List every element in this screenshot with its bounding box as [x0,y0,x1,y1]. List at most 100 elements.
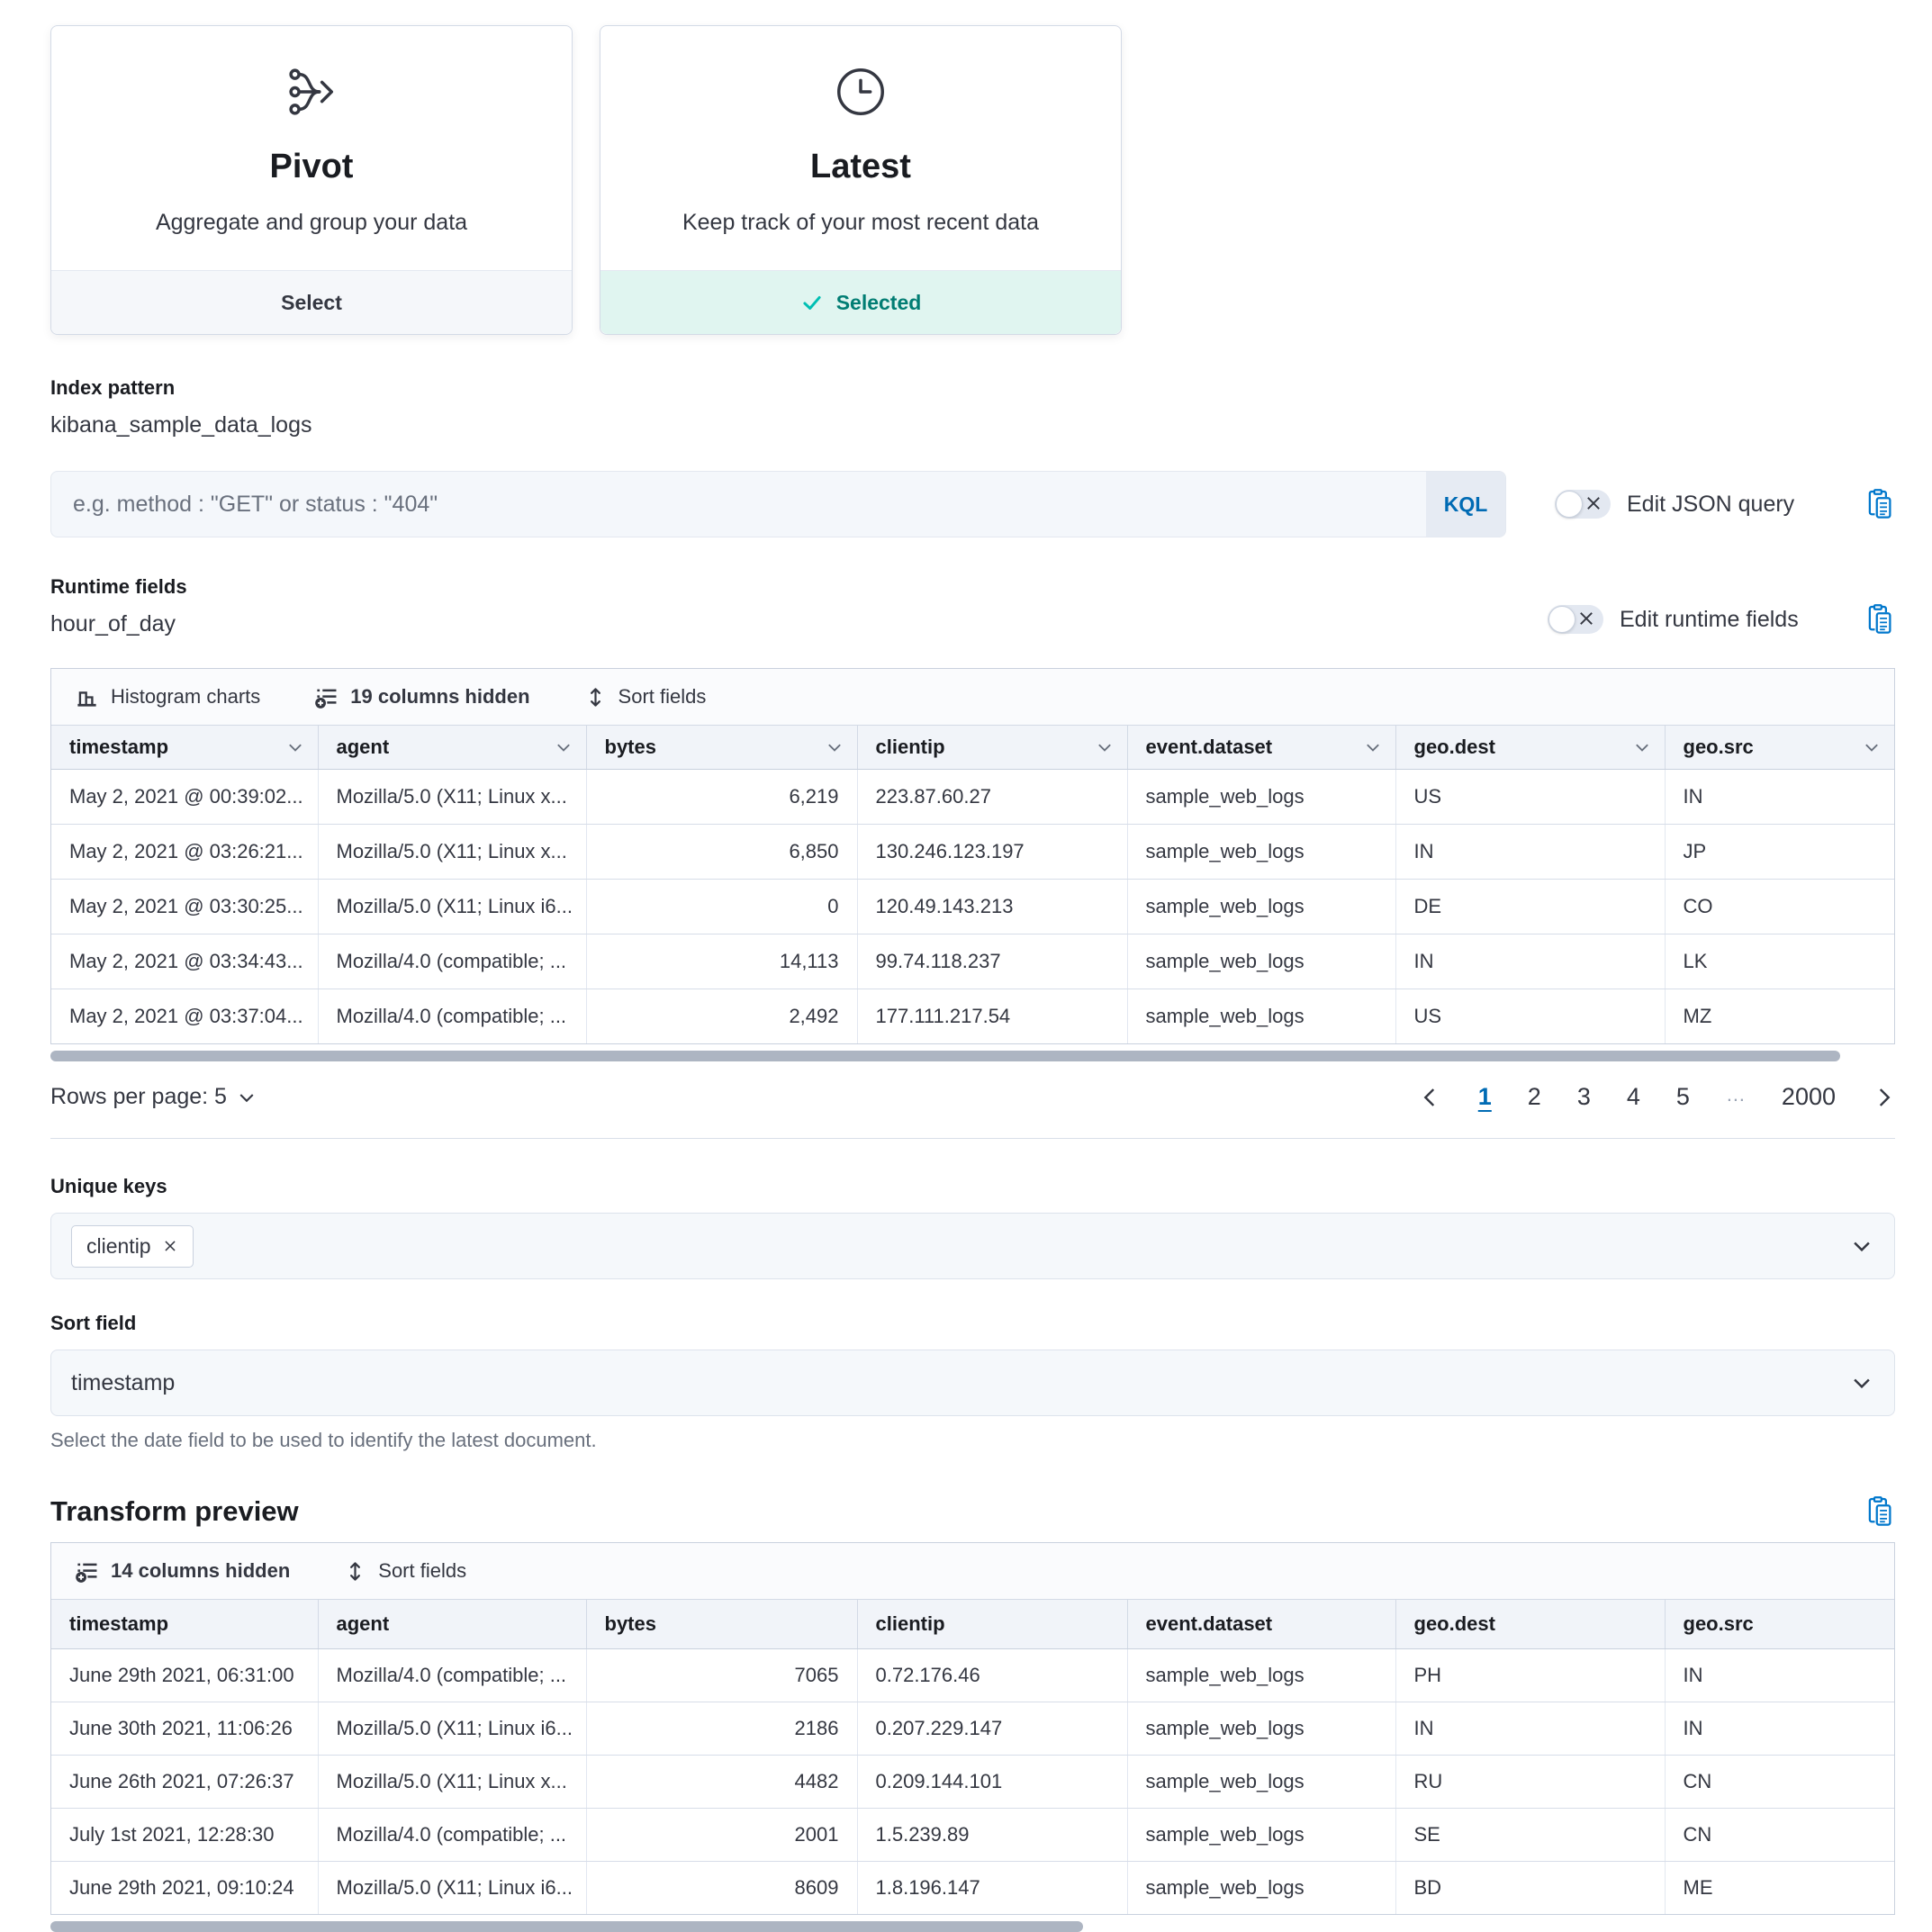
preview-sort-fields-button[interactable]: Sort fields [344,1559,466,1583]
sort-icon [344,1560,366,1583]
column-header-geo.src[interactable]: geo.src [1665,726,1894,770]
source-horizontal-scrollbar[interactable] [50,1051,1895,1061]
previous-page-button[interactable] [1419,1086,1442,1109]
cell-clientip: 177.111.217.54 [857,989,1127,1044]
columns-hidden-button[interactable]: 19 columns hidden [314,685,529,709]
aggregate-icon [284,108,339,123]
cell-geo.dest: BD [1395,1862,1665,1915]
cell-clientip: 130.246.123.197 [857,825,1127,880]
preview-table: timestampagentbytesclientipevent.dataset… [51,1600,1894,1914]
cell-bytes: 4482 [586,1756,857,1809]
table-row: May 2, 2021 @ 03:34:43...Mozilla/4.0 (co… [51,934,1894,989]
unique-keys-combobox[interactable]: clientip [50,1213,1895,1279]
cell-event.dataset: sample_web_logs [1127,1702,1395,1756]
toggle-off-x-icon [1576,609,1596,633]
columns-hidden-label: 19 columns hidden [350,685,529,709]
cell-geo.dest: IN [1395,934,1665,989]
cell-geo.src: IN [1665,1649,1894,1702]
preview-horizontal-scrollbar[interactable] [50,1921,1895,1932]
cell-geo.dest: DE [1395,880,1665,934]
latest-card-subtitle: Keep track of your most recent data [600,210,1121,236]
section-divider [50,1138,1895,1139]
edit-runtime-fields-group: Edit runtime fields [1548,603,1895,636]
column-header-agent[interactable]: agent [318,1600,586,1649]
column-header-timestamp[interactable]: timestamp [51,1600,318,1649]
cell-bytes: 2,492 [586,989,857,1044]
column-header-agent[interactable]: agent [318,726,586,770]
cell-agent: Mozilla/5.0 (X11; Linux i6... [318,880,586,934]
cell-bytes: 7065 [586,1649,857,1702]
copy-preview-icon[interactable] [1863,1495,1895,1528]
scrollbar-thumb[interactable] [50,1051,1840,1061]
cell-timestamp: May 2, 2021 @ 03:30:25... [51,880,318,934]
cell-geo.src: CO [1665,880,1894,934]
unique-keys-section: Unique keys clientip [50,1175,1895,1279]
remove-chip-icon[interactable] [162,1238,178,1254]
page-number-list: 12345…2000 [1478,1083,1836,1111]
sort-field-help-text: Select the date field to be used to iden… [50,1429,1895,1452]
transform-preview-header: Transform preview [50,1495,1895,1528]
sort-fields-label: Sort fields [618,685,707,709]
pivot-card[interactable]: Pivot Aggregate and group your data Sele… [50,25,573,335]
check-icon [800,291,824,314]
copy-runtime-fields-icon[interactable] [1863,603,1895,636]
cell-event.dataset: sample_web_logs [1127,1756,1395,1809]
cell-agent: Mozilla/5.0 (X11; Linux x... [318,770,586,825]
copy-query-icon[interactable] [1863,488,1895,520]
pivot-card-title: Pivot [51,148,572,186]
cell-geo.dest: SE [1395,1809,1665,1862]
pagination-page-2000[interactable]: 2000 [1782,1083,1836,1111]
pagination-page-3[interactable]: 3 [1577,1083,1591,1111]
pagination-page-2[interactable]: 2 [1528,1083,1541,1111]
pager: 12345…2000 [1419,1083,1895,1111]
column-header-clientip[interactable]: clientip [857,726,1127,770]
unique-key-chip-clientip[interactable]: clientip [71,1225,194,1268]
column-header-geo.src[interactable]: geo.src [1665,1600,1894,1649]
latest-card[interactable]: Latest Keep track of your most recent da… [600,25,1122,335]
cell-geo.src: JP [1665,825,1894,880]
column-header-clientip[interactable]: clientip [857,1600,1127,1649]
column-header-timestamp[interactable]: timestamp [51,726,318,770]
pivot-select-button[interactable]: Select [51,270,572,334]
preview-columns-hidden-button[interactable]: 14 columns hidden [75,1559,290,1584]
chevron-down-icon [1095,737,1115,757]
cell-timestamp: July 1st 2021, 12:28:30 [51,1809,318,1862]
column-header-geo.dest[interactable]: geo.dest [1395,726,1665,770]
scrollbar-thumb[interactable] [50,1921,1083,1932]
edit-json-query-toggle[interactable] [1555,490,1611,519]
search-query-input[interactable]: e.g. method : "GET" or status : "404" KQ… [50,471,1506,537]
preview-data-grid: 14 columns hidden Sort fields timestampa… [50,1542,1895,1915]
cell-geo.dest: IN [1395,825,1665,880]
column-header-event.dataset[interactable]: event.dataset [1127,726,1395,770]
cell-geo.src: LK [1665,934,1894,989]
histogram-charts-button[interactable]: Histogram charts [75,685,260,709]
sort-fields-button[interactable]: Sort fields [584,685,707,709]
kql-language-button[interactable]: KQL [1426,472,1505,537]
cell-event.dataset: sample_web_logs [1127,1862,1395,1915]
column-header-bytes[interactable]: bytes [586,1600,857,1649]
cell-event.dataset: sample_web_logs [1127,1809,1395,1862]
chip-label: clientip [86,1234,151,1259]
source-grid-toolbar: Histogram charts 19 columns hidden [51,669,1894,726]
column-header-event.dataset[interactable]: event.dataset [1127,1600,1395,1649]
index-pattern-value: kibana_sample_data_logs [50,412,1895,438]
rows-per-page-button[interactable]: Rows per page: 5 [50,1084,257,1110]
index-pattern-label: Index pattern [50,376,1895,400]
next-page-button[interactable] [1872,1086,1895,1109]
cell-bytes: 0 [586,880,857,934]
pagination-page-1[interactable]: 1 [1478,1083,1492,1111]
chevron-down-icon [236,1087,257,1108]
column-header-geo.dest[interactable]: geo.dest [1395,1600,1665,1649]
edit-runtime-fields-toggle[interactable] [1548,605,1603,634]
pagination-page-5[interactable]: 5 [1676,1083,1690,1111]
chevron-down-icon[interactable] [1849,1233,1874,1259]
cell-geo.src: CN [1665,1756,1894,1809]
sort-field-select[interactable]: timestamp [50,1350,1895,1416]
create-transform-wizard: Pivot Aggregate and group your data Sele… [0,0,1932,1932]
cell-geo.src: IN [1665,770,1894,825]
cell-agent: Mozilla/4.0 (compatible; ... [318,1809,586,1862]
pagination-page-4[interactable]: 4 [1627,1083,1640,1111]
latest-selected-button[interactable]: Selected [600,270,1121,334]
rows-per-page-label: Rows per page: 5 [50,1084,227,1110]
column-header-bytes[interactable]: bytes [586,726,857,770]
